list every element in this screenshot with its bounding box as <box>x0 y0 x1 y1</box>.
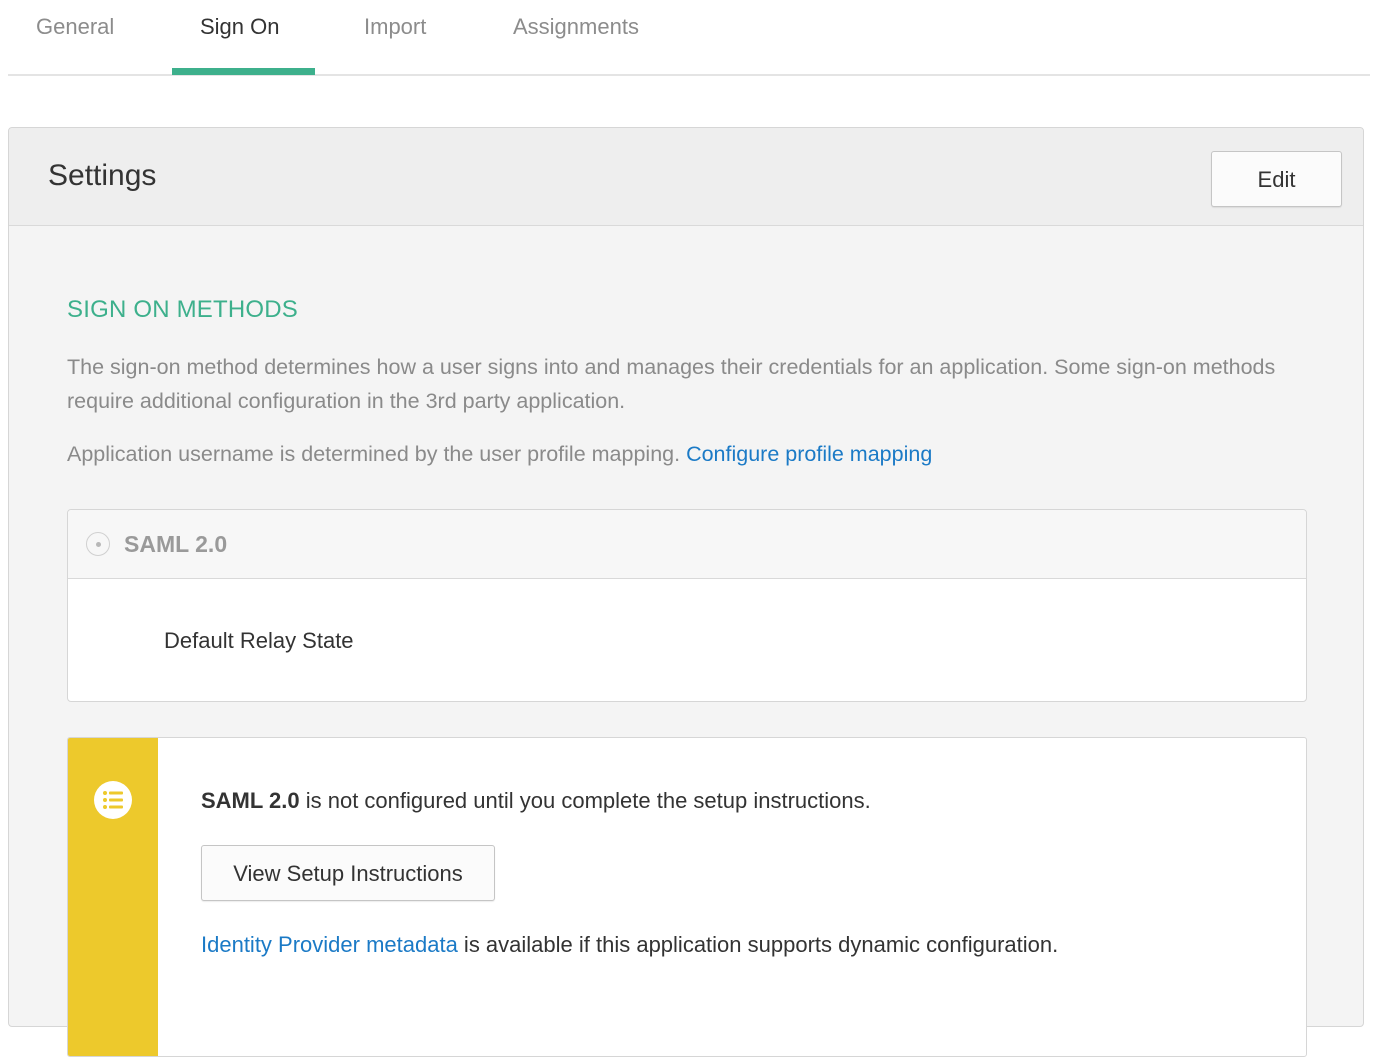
username-mapping-text: Application username is determined by th… <box>67 437 1307 471</box>
sign-on-methods-heading: SIGN ON METHODS <box>67 296 299 323</box>
notice-stripe <box>68 738 158 1056</box>
saml-option-label: SAML 2.0 <box>124 531 228 557</box>
sign-on-description: The sign-on method determines how a user… <box>67 355 1276 413</box>
notice-saml-label: SAML 2.0 <box>201 788 300 813</box>
tab-sign-on[interactable]: Sign On <box>200 12 280 42</box>
active-tab-indicator <box>172 68 315 75</box>
tab-import[interactable]: Import <box>364 12 426 42</box>
tab-assignments[interactable]: Assignments <box>513 12 639 42</box>
metadata-info: Identity Provider metadata is available … <box>201 930 1058 960</box>
edit-button[interactable]: Edit <box>1211 151 1342 207</box>
tab-general[interactable]: General <box>36 12 114 42</box>
configure-profile-mapping-link[interactable]: Configure profile mapping <box>686 442 932 466</box>
saml-option-box: SAML 2.0 Default Relay State <box>67 509 1307 702</box>
notice-message-text: is not configured until you complete the… <box>299 788 871 813</box>
settings-title: Settings <box>48 159 157 192</box>
tab-bar: General Sign On Import Assignments <box>8 0 1370 76</box>
list-icon <box>94 781 132 819</box>
username-mapping-label: Application username is determined by th… <box>67 442 681 466</box>
metadata-info-text: is available if this application support… <box>457 932 1059 957</box>
setup-notice: SAML 2.0 is not configured until you com… <box>67 737 1307 1057</box>
default-relay-state-label: Default Relay State <box>164 628 354 653</box>
saml-option-header: SAML 2.0 <box>68 510 1306 579</box>
notice-message: SAML 2.0 is not configured until you com… <box>201 786 871 816</box>
identity-provider-metadata-link[interactable]: Identity Provider metadata <box>201 932 458 957</box>
saml-radio-button[interactable] <box>86 532 110 556</box>
settings-panel: Settings Edit SIGN ON METHODS The sign-o… <box>8 127 1364 1057</box>
settings-header: Settings Edit <box>9 128 1363 226</box>
view-setup-instructions-button[interactable]: View Setup Instructions <box>201 845 495 901</box>
